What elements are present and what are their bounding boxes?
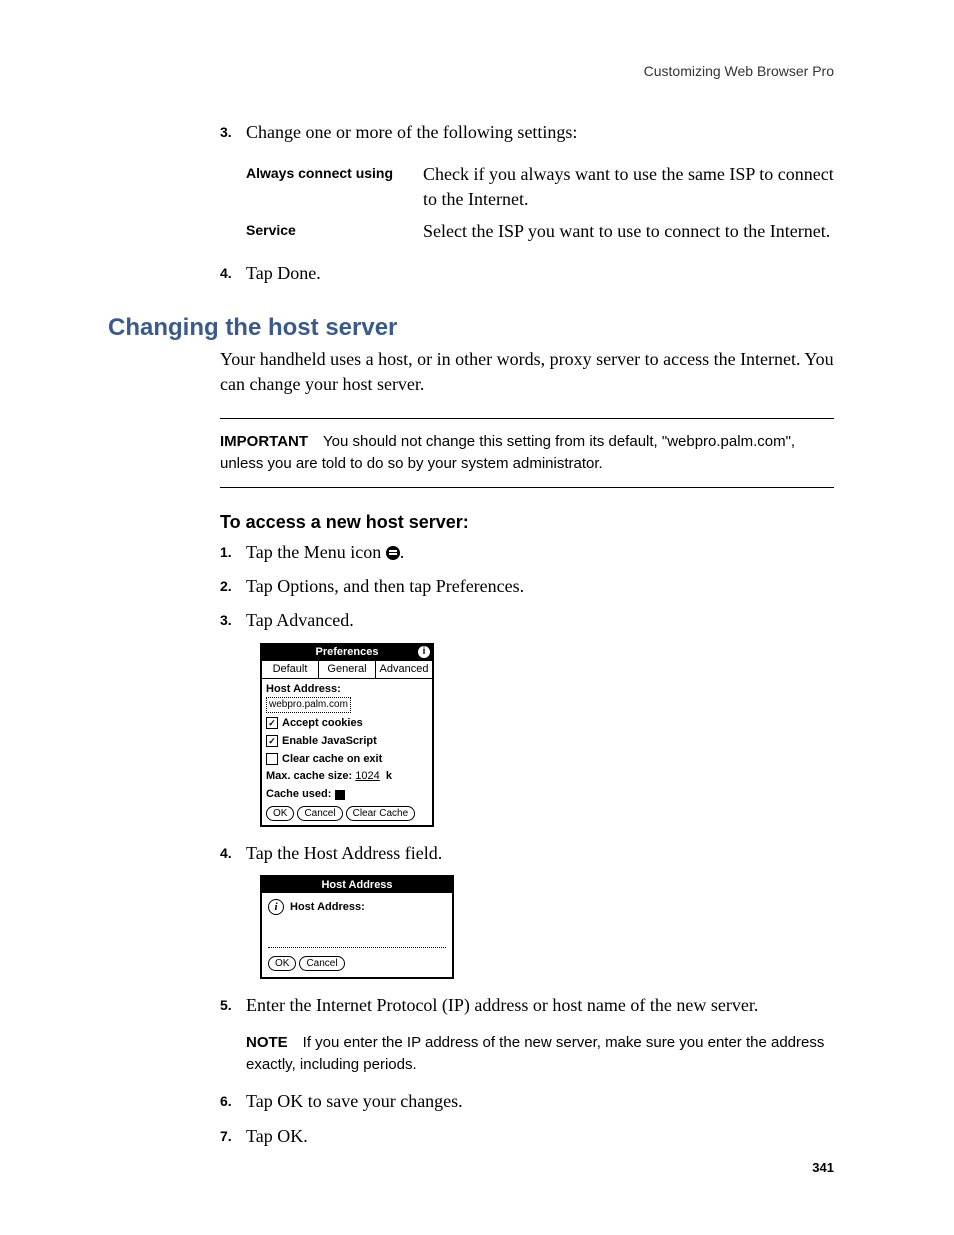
checkbox-icon: ✓	[266, 717, 278, 729]
step-5-enter-ip: 5. Enter the Internet Protocol (IP) addr…	[220, 993, 834, 1017]
setting-term: Always connect using	[246, 162, 411, 211]
step-3-settings: 3. Change one or more of the following s…	[220, 120, 834, 144]
subhead-access-new-host: To access a new host server:	[220, 510, 834, 534]
max-cache-line: Max. cache size: 1024 k	[266, 769, 428, 784]
step-number: 1.	[220, 540, 246, 564]
dialog-title: Preferences	[316, 645, 379, 660]
setting-term: Service	[246, 219, 411, 243]
setting-always-connect-using: Always connect using Check if you always…	[246, 162, 834, 211]
step-number: 7.	[220, 1124, 246, 1148]
dialog-tabs: Default General Advanced	[262, 661, 432, 679]
step-text: Tap OK to save your changes.	[246, 1089, 834, 1113]
step-1-menu-icon: 1. Tap the Menu icon .	[220, 540, 834, 564]
step-number: 3.	[220, 120, 246, 144]
host-address-field: webpro.palm.com	[266, 697, 351, 713]
tab-advanced: Advanced	[376, 661, 432, 678]
step-number: 4.	[220, 261, 246, 285]
screenshot-host-address-dialog: Host Address i Host Address: OK Cancel	[260, 875, 454, 979]
page-number: 341	[812, 1159, 834, 1177]
step-number: 5.	[220, 993, 246, 1017]
tab-general: General	[319, 661, 376, 678]
host-address-label: Host Address:	[290, 900, 365, 915]
info-icon: i	[418, 646, 430, 658]
checkbox-enable-javascript: ✓ Enable JavaScript	[266, 734, 428, 749]
checkbox-icon	[266, 753, 278, 765]
cache-used-line: Cache used:	[266, 787, 428, 802]
step-text: Tap the Host Address field.	[246, 841, 834, 865]
ok-button: OK	[266, 806, 294, 821]
step-4-host-address-field: 4. Tap the Host Address field.	[220, 841, 834, 865]
step-6-tap-ok-save: 6. Tap OK to save your changes.	[220, 1089, 834, 1113]
step-number: 3.	[220, 608, 246, 632]
screenshot-preferences-dialog: Preferences i Default General Advanced H…	[260, 643, 434, 827]
dialog-titlebar: Host Address	[262, 877, 452, 893]
setting-service: Service Select the ISP you want to use t…	[246, 219, 834, 243]
step-4-done: 4. Tap Done.	[220, 261, 834, 285]
checkbox-icon: ✓	[266, 735, 278, 747]
clear-cache-button: Clear Cache	[346, 806, 416, 821]
dialog-buttons: OK Cancel	[268, 956, 446, 971]
step-text: Enter the Internet Protocol (IP) address…	[246, 993, 834, 1017]
step-text: Tap Advanced.	[246, 608, 834, 632]
ok-button: OK	[268, 956, 296, 971]
info-icon: i	[268, 899, 284, 915]
step-2-options-prefs: 2. Tap Options, and then tap Preferences…	[220, 574, 834, 598]
step-text: Tap the Menu icon .	[246, 540, 834, 564]
cancel-button: Cancel	[297, 806, 342, 821]
intro-paragraph: Your handheld uses a host, or in other w…	[220, 347, 834, 396]
host-address-input-line	[268, 933, 446, 948]
cache-used-bar	[335, 790, 345, 800]
step-number: 4.	[220, 841, 246, 865]
step-7-tap-ok: 7. Tap OK.	[220, 1124, 834, 1148]
dialog-titlebar: Preferences i	[262, 645, 432, 661]
step-3-advanced: 3. Tap Advanced.	[220, 608, 834, 632]
checkbox-clear-cache-on-exit: Clear cache on exit	[266, 752, 428, 767]
host-address-label: Host Address:	[266, 682, 428, 697]
checkbox-accept-cookies: ✓ Accept cookies	[266, 716, 428, 731]
cancel-button: Cancel	[299, 956, 344, 971]
setting-definition: Check if you always want to use the same…	[423, 162, 834, 211]
step-number: 2.	[220, 574, 246, 598]
step-text: Tap OK.	[246, 1124, 834, 1148]
step-text: Tap Done.	[246, 261, 834, 285]
settings-table: Always connect using Check if you always…	[246, 162, 834, 243]
step-text: Tap Options, and then tap Preferences.	[246, 574, 834, 598]
step-number: 6.	[220, 1089, 246, 1113]
note-text: If you enter the IP address of the new s…	[246, 1034, 824, 1073]
important-lead: IMPORTANT	[220, 433, 308, 450]
step-text: Change one or more of the following sett…	[246, 120, 834, 144]
running-header: Customizing Web Browser Pro	[644, 62, 834, 81]
dialog-buttons: OK Cancel Clear Cache	[266, 806, 428, 821]
tab-default: Default	[262, 661, 319, 678]
important-block: IMPORTANT You should not change this set…	[220, 418, 834, 488]
note-lead: NOTE	[246, 1034, 288, 1051]
setting-definition: Select the ISP you want to use to connec…	[423, 219, 834, 243]
dialog-title: Host Address	[321, 878, 392, 893]
menu-icon	[386, 546, 400, 560]
note-block: NOTE If you enter the IP address of the …	[246, 1032, 834, 1076]
